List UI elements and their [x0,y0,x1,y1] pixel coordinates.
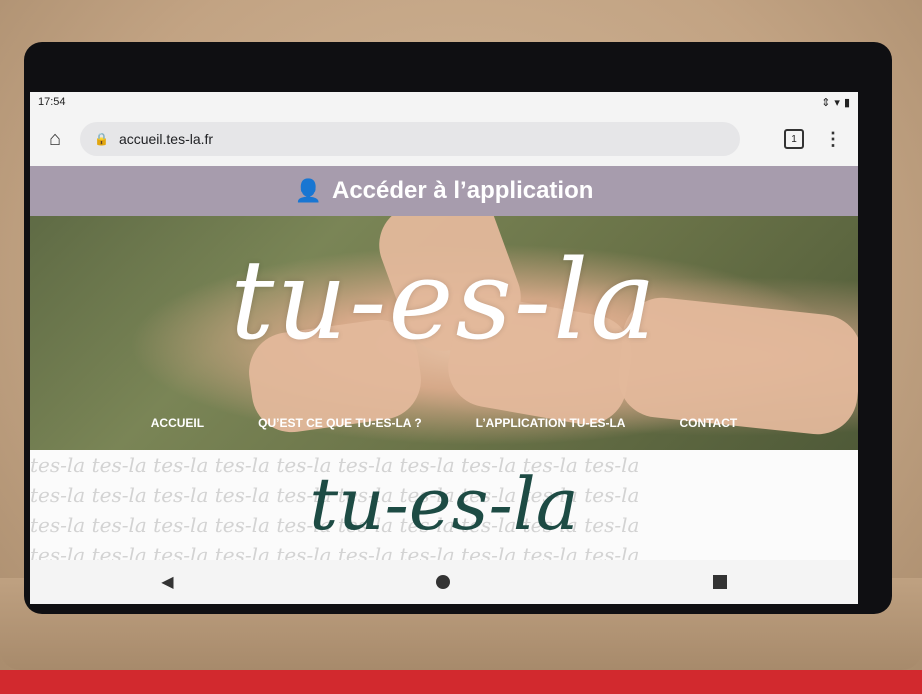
hero-image: tu-es-la ACCUEIL QU’EST CE QUE TU-ES-LA … [30,216,858,450]
user-icon: 👤 [294,178,322,203]
battery-icon: ▮ [843,96,850,109]
wifi-icon: ▾ [834,96,840,109]
case-base [0,670,922,694]
back-icon[interactable]: ◀ [161,572,173,592]
home-circle-icon[interactable] [436,575,451,589]
hero-logo: tu-es-la [230,236,658,364]
more-menu-icon[interactable]: ⋮ [824,129,842,150]
status-time: 17:54 [38,96,66,108]
section-logo: tu-es-la [309,462,579,546]
status-bar: 17:54 ⇕ ▾ ▮ [30,92,858,112]
nav-quest-ce-que[interactable]: QU’EST CE QUE TU-ES-LA ? [258,416,422,430]
status-icons: ⇕ ▾ ▮ [821,96,850,109]
nav-application[interactable]: L’APPLICATION TU-ES-LA [476,416,626,430]
recent-apps-icon[interactable] [712,575,727,589]
address-bar[interactable]: 🔒 accueil.tes-la.fr [80,122,740,156]
home-icon[interactable]: ⌂ [40,124,70,154]
url-text: accueil.tes-la.fr [118,131,214,147]
browser-toolbar: ⌂ 🔒 accueil.tes-la.fr 1 ⋮ [30,112,858,166]
tab-switcher-button[interactable]: 1 [784,129,804,149]
access-app-banner[interactable]: 👤 Accéder à l’application [30,166,858,216]
main-nav: ACCUEIL QU’EST CE QUE TU-ES-LA ? L’APPLI… [30,416,858,430]
system-nav-bar: ◀ [30,560,858,604]
nav-accueil[interactable]: ACCUEIL [151,416,204,430]
vibrate-icon: ⇕ [821,96,831,109]
access-app-label: Accéder à l’application [331,177,594,204]
tab-count: 1 [791,133,797,145]
tablet-screen: 17:54 ⇕ ▾ ▮ ⌂ 🔒 accueil.tes-la.fr 1 ⋮ 👤 … [30,92,858,604]
nav-contact[interactable]: CONTACT [679,416,737,430]
logo-section: tes-la tes-la tes-la tes-la tes-la tes-l… [30,450,858,560]
lock-icon: 🔒 [94,132,109,146]
